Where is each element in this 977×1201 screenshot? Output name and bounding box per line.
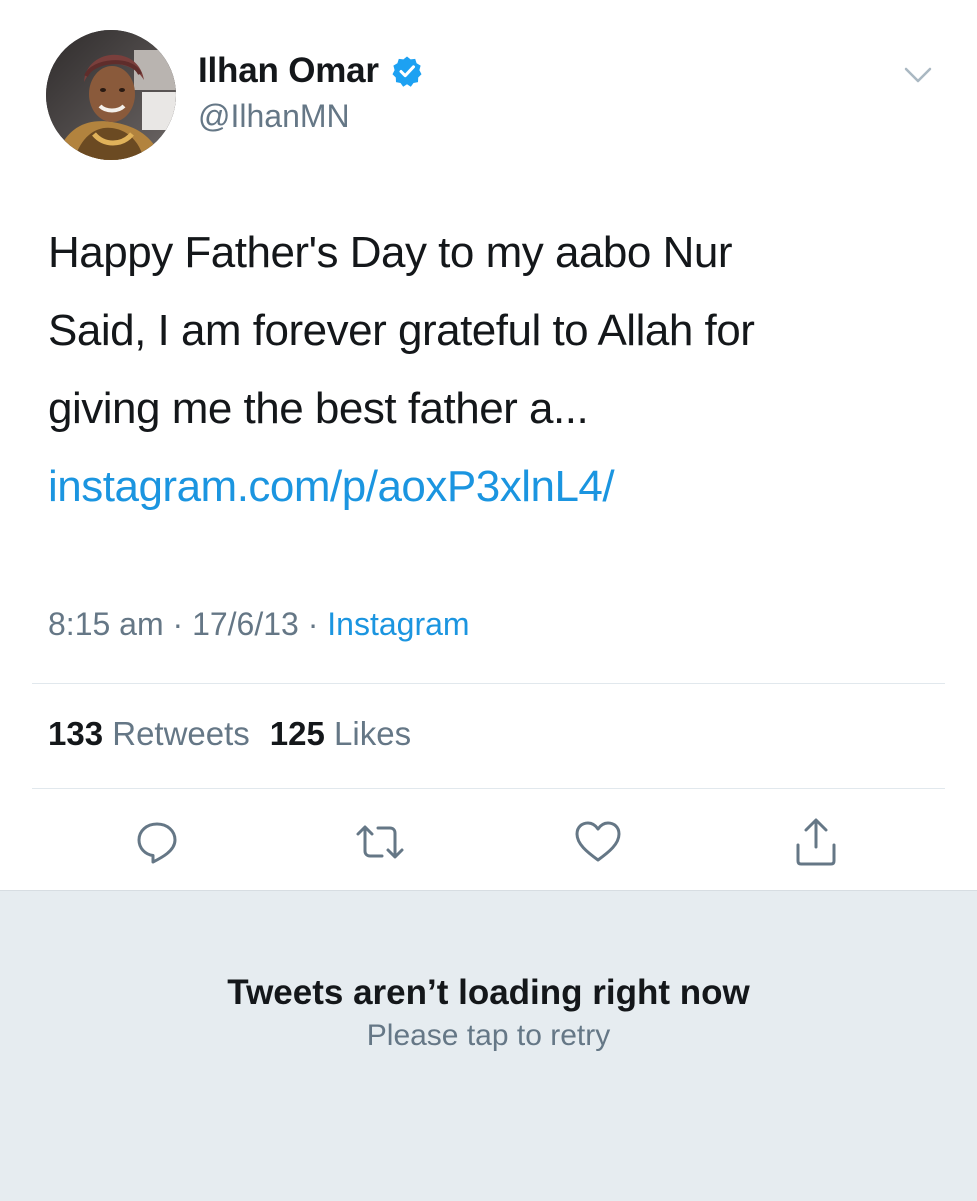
likes-stat[interactable]: 125 Likes	[270, 715, 411, 752]
divider	[32, 788, 945, 789]
meta-separator: ·	[307, 606, 319, 642]
avatar-photo	[46, 30, 176, 160]
action-bar	[0, 812, 977, 872]
retweets-label: Retweets	[112, 715, 250, 752]
tweets-error-panel[interactable]: Tweets aren’t loading right now Please t…	[0, 890, 977, 1201]
reply-icon	[137, 822, 177, 864]
tweet-text-line: giving me the best father a...	[48, 384, 589, 433]
avatar[interactable]	[46, 30, 176, 160]
tweet-stats: 133 Retweets 125 Likes	[48, 715, 411, 753]
author-block: Ilhan Omar @IlhanMN	[198, 50, 423, 135]
tweet-card: Ilhan Omar @IlhanMN Happy Father's Day t…	[0, 0, 977, 890]
like-icon	[575, 821, 621, 862]
retweet-icon	[356, 825, 404, 859]
tweet-source-link[interactable]: Instagram	[327, 606, 469, 642]
display-name[interactable]: Ilhan Omar	[198, 51, 379, 91]
meta-separator: ·	[172, 606, 184, 642]
error-title: Tweets aren’t loading right now	[227, 973, 750, 1012]
tweet-text-line: Happy Father's Day to my aabo Nur	[48, 228, 732, 277]
retry-prompt[interactable]: Please tap to retry	[0, 1019, 977, 1053]
divider	[32, 683, 945, 684]
likes-count: 125	[269, 715, 325, 752]
tweet-text-line: Said, I am forever grateful to Allah for	[48, 306, 755, 355]
like-button[interactable]	[568, 812, 628, 872]
reply-button[interactable]	[127, 812, 187, 872]
likes-label: Likes	[334, 715, 412, 752]
tweet-text: Happy Father's Day to my aabo Nur Said, …	[48, 214, 928, 526]
retweet-button[interactable]	[350, 812, 410, 872]
display-name-row: Ilhan Omar	[198, 50, 423, 92]
retweets-count: 133	[48, 715, 104, 752]
retweets-stat[interactable]: 133 Retweets	[48, 715, 250, 752]
tweet-date: 17/6/13	[192, 606, 299, 642]
chevron-down-icon[interactable]	[903, 60, 933, 90]
share-button[interactable]	[786, 812, 846, 872]
tweet-time: 8:15 am	[48, 606, 164, 642]
tweet-link[interactable]: instagram.com/p/aoxP3xlnL4/	[48, 462, 615, 511]
user-handle[interactable]: @IlhanMN	[198, 98, 423, 135]
share-icon	[796, 818, 836, 866]
tweet-meta: 8:15 am · 17/6/13 · Instagram	[48, 606, 470, 643]
verified-badge-icon	[391, 55, 423, 87]
